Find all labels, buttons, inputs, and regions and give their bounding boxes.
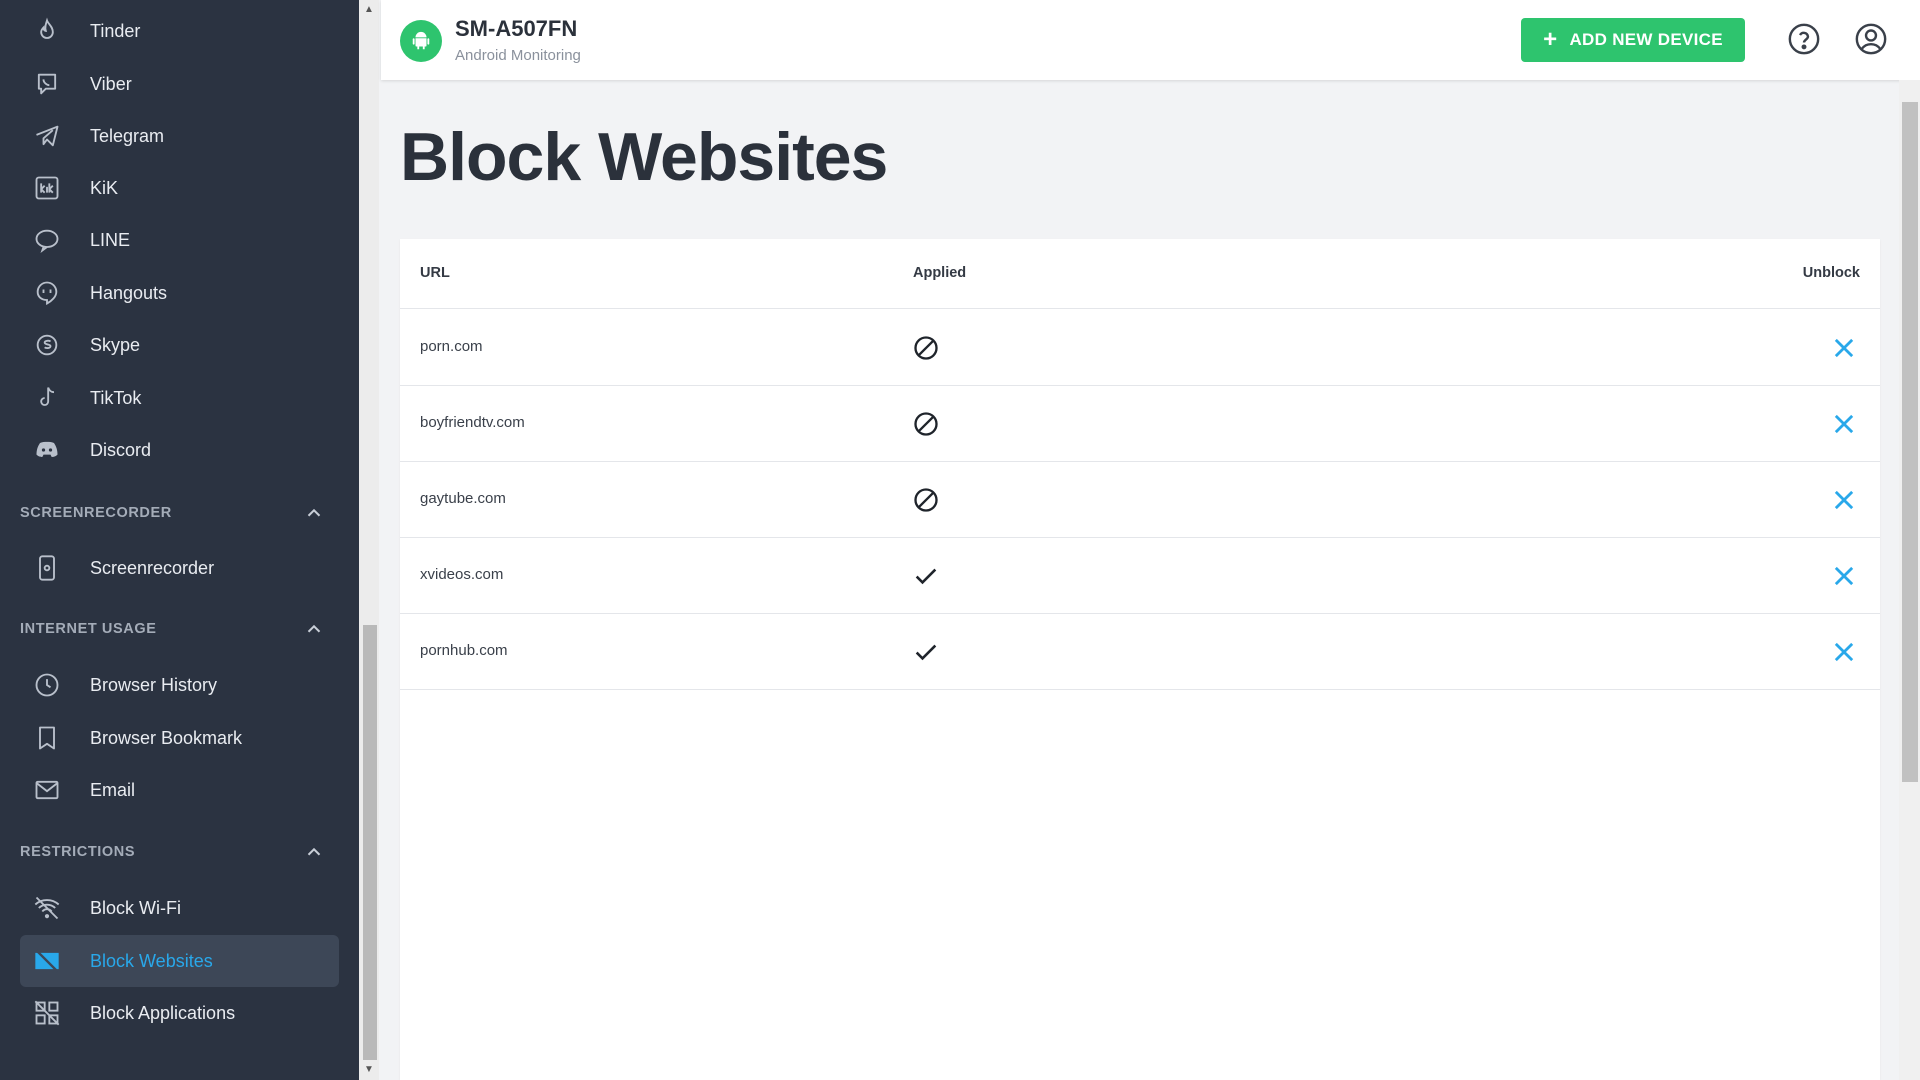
clock-icon [32,670,62,700]
section-header-restrictions[interactable]: RESTRICTIONS [20,837,339,867]
main-scrollbar-thumb[interactable] [1902,102,1918,782]
chevron-up-icon [303,502,325,524]
sidebar-item-tiktok[interactable]: TikTok [20,372,339,424]
wifi-off-icon [32,893,62,923]
table-row: pornhub.com [400,614,1880,690]
viber-icon [32,69,62,99]
discord-icon [32,435,62,465]
unblock-close-icon[interactable] [1830,486,1858,514]
section-header-screenrecorder[interactable]: SCREENRECORDER [20,498,339,528]
sidebar-item-label: Telegram [90,125,165,146]
unblock-close-icon[interactable] [1830,410,1858,438]
mail-icon [32,775,62,805]
table-header: URL Applied Unblock [400,239,1880,309]
sidebar-item-label: Block Applications [90,1002,236,1023]
kik-icon [32,173,62,203]
skype-icon [32,330,62,360]
sidebar-item-viber[interactable]: Viber [20,58,339,110]
table-row: porn.com [400,310,1880,386]
scroll-down-arrow-icon[interactable]: ▼ [363,1064,375,1076]
sidebar-item-label: Email [90,779,136,800]
section-header-internet-usage[interactable]: INTERNET USAGE [20,614,339,644]
sidebar-scrollbar-thumb[interactable] [363,625,377,1060]
section-title: INTERNET USAGE [20,621,157,637]
add-new-device-label: ADD NEW DEVICE [1569,30,1723,49]
unblock-close-icon[interactable] [1830,334,1858,362]
blocked-websites-table: URL Applied Unblock porn.com boyfriendtv… [400,239,1880,1080]
url-cell: porn.com [420,338,483,355]
sidebar-item-tinder[interactable]: Tinder [20,5,339,57]
top-bar: SM-A507FN Android Monitoring + ADD NEW D… [381,0,1920,80]
sidebar-item-label: Skype [90,334,141,355]
page-title: Block Websites [400,119,888,195]
sidebar-item-skype[interactable]: Skype [20,319,339,371]
sidebar-item-browser-bookmark[interactable]: Browser Bookmark [20,712,339,764]
chevron-up-icon [303,841,325,863]
sidebar-item-block-wifi[interactable]: Block Wi-Fi [20,882,339,934]
checkmark-icon [912,562,940,590]
flame-icon [32,16,62,46]
sidebar-item-label: TikTok [90,387,142,408]
checkmark-icon [912,638,940,666]
url-cell: boyfriendtv.com [420,414,525,431]
sidebar-item-label: LINE [90,229,131,250]
url-cell: gaytube.com [420,490,506,507]
unblock-close-icon[interactable] [1830,562,1858,590]
sidebar-item-label: Viber [90,73,132,94]
not-applied-icon [912,486,940,514]
section-title: RESTRICTIONS [20,844,136,860]
sidebar-item-label: KiK [90,177,119,198]
sidebar-item-block-websites[interactable]: Block Websites [20,935,339,987]
scroll-up-arrow-icon[interactable]: ▲ [363,4,375,16]
chevron-up-icon [303,618,325,640]
sidebar-item-telegram[interactable]: Telegram [20,110,339,162]
sidebar-item-browser-history[interactable]: Browser History [20,659,339,711]
not-applied-icon [912,410,940,438]
hangouts-icon [32,278,62,308]
sidebar-item-screenrecorder[interactable]: Screenrecorder [20,542,339,594]
device-subtitle: Android Monitoring [455,47,581,64]
sidebar-item-label: Block Wi-Fi [90,897,181,918]
url-cell: pornhub.com [420,642,508,659]
block-websites-icon [32,946,62,976]
help-icon[interactable] [1787,22,1821,56]
column-header-applied: Applied [913,265,967,281]
block-apps-icon [32,998,62,1028]
sidebar-item-email[interactable]: Email [20,764,339,816]
sidebar-item-label: Browser History [90,674,218,695]
sidebar-item-label: Browser Bookmark [90,727,243,748]
device-name: SM-A507FN [455,16,578,41]
table-row: xvideos.com [400,538,1880,614]
sidebar-item-block-applications[interactable]: Block Applications [20,987,339,1039]
android-icon [400,20,442,62]
telegram-icon [32,121,62,151]
plus-icon: + [1543,26,1558,53]
section-title: SCREENRECORDER [20,505,172,521]
table-row: gaytube.com [400,462,1880,538]
bookmark-icon [32,723,62,753]
url-cell: xvideos.com [420,566,504,583]
column-header-url: URL [420,265,450,281]
add-new-device-button[interactable]: + ADD NEW DEVICE [1521,18,1745,62]
tiktok-icon [32,383,62,413]
phone-record-icon [32,553,62,583]
sidebar-item-discord[interactable]: Discord [20,424,339,476]
sidebar-item-line[interactable]: LINE [20,214,339,266]
table-row: boyfriendtv.com [400,386,1880,462]
sidebar-item-label: Hangouts [90,282,168,303]
sidebar: Tinder Viber Telegram KiK LINE Hangouts [0,0,359,1080]
sidebar-item-kik[interactable]: KiK [20,162,339,214]
column-header-unblock: Unblock [1802,265,1860,281]
sidebar-item-label: Discord [90,439,152,460]
sidebar-item-hangouts[interactable]: Hangouts [20,267,339,319]
sidebar-item-label: Tinder [90,20,141,41]
unblock-close-icon[interactable] [1830,638,1858,666]
line-icon [32,225,62,255]
sidebar-item-label: Block Websites [90,950,213,971]
sidebar-item-label: Screenrecorder [90,557,215,578]
user-account-icon[interactable] [1854,22,1888,56]
not-applied-icon [912,334,940,362]
